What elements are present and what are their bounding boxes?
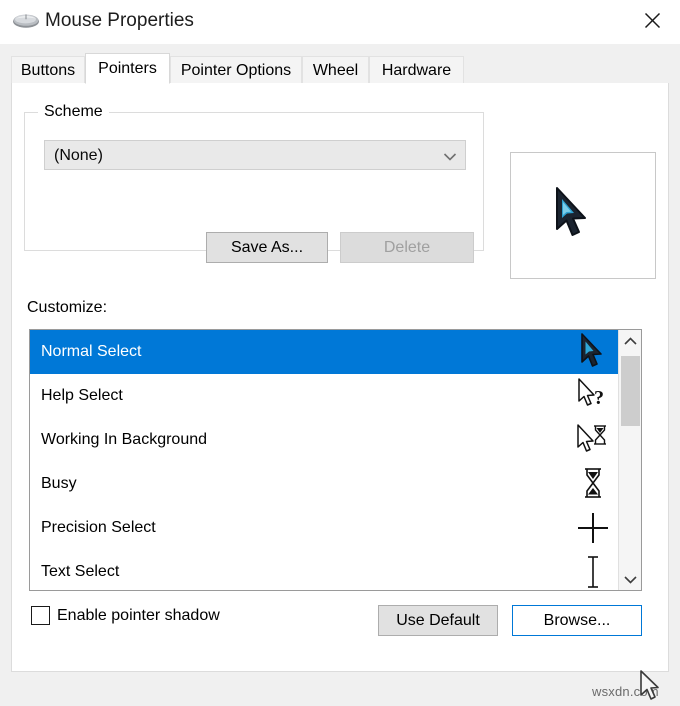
tab-buttons[interactable]: Buttons (11, 56, 85, 84)
browse-button[interactable]: Browse... (512, 605, 642, 636)
arrow-cursor-icon (573, 332, 613, 372)
svg-text:?: ? (594, 387, 604, 409)
title-bar: Mouse Properties (0, 0, 680, 44)
chevron-down-icon (443, 150, 457, 162)
list-item-precision-select[interactable]: Precision Select (30, 506, 619, 550)
customize-list-inner: Normal Select Help Select ? Working In B… (30, 330, 619, 590)
scroll-up-button[interactable] (619, 330, 641, 352)
window-title: Mouse Properties (45, 10, 194, 31)
scheme-combobox[interactable]: (None) (44, 140, 466, 170)
normal-select-cursor-icon (551, 185, 595, 243)
list-item-label: Busy (41, 475, 77, 492)
customize-label: Customize: (27, 299, 108, 316)
list-item-help-select[interactable]: Help Select ? (30, 374, 619, 418)
mouse-properties-dialog: Mouse Properties Buttons Pointers Pointe… (0, 0, 680, 706)
close-button[interactable] (624, 0, 680, 40)
close-icon (644, 12, 660, 28)
enable-pointer-shadow-checkbox[interactable]: Enable pointer shadow (31, 606, 220, 625)
checkbox-box-icon (31, 606, 50, 625)
list-item-label: Working In Background (41, 431, 208, 448)
tab-pointer-options[interactable]: Pointer Options (170, 56, 302, 84)
scheme-group-label: Scheme (38, 102, 109, 122)
tab-label: Pointer Options (180, 61, 292, 79)
tab-pointers[interactable]: Pointers (85, 53, 170, 84)
hourglass-cursor-icon (573, 464, 613, 504)
scrollbar-thumb[interactable] (621, 356, 640, 426)
tab-hardware[interactable]: Hardware (369, 56, 464, 84)
chevron-up-icon (623, 336, 637, 345)
tab-label: Hardware (381, 61, 452, 79)
tab-label: Pointers (98, 59, 157, 77)
tab-label: Wheel (312, 61, 359, 79)
tab-strip: Buttons Pointers Pointer Options Wheel H… (11, 53, 669, 84)
arrow-question-cursor-icon: ? (573, 376, 613, 416)
chevron-down-icon (623, 575, 637, 584)
dialog-body: Buttons Pointers Pointer Options Wheel H… (0, 44, 680, 706)
list-item-label: Help Select (41, 387, 123, 404)
save-as-button[interactable]: Save As... (206, 232, 328, 263)
tab-label: Buttons (20, 61, 76, 79)
browse-label: Browse... (543, 611, 611, 629)
list-item-text-select[interactable]: Text Select (30, 550, 619, 590)
list-item-normal-select[interactable]: Normal Select (30, 330, 619, 374)
scroll-down-button[interactable] (619, 568, 641, 590)
customize-listbox[interactable]: Normal Select Help Select ? Working In B… (29, 329, 642, 591)
list-scrollbar[interactable] (618, 330, 641, 590)
tab-wheel[interactable]: Wheel (302, 56, 369, 84)
list-item-label: Normal Select (41, 343, 142, 360)
enable-pointer-shadow-label: Enable pointer shadow (57, 606, 220, 624)
use-default-button[interactable]: Use Default (378, 605, 498, 636)
arrow-hourglass-cursor-icon (573, 420, 613, 460)
delete-button: Delete (340, 232, 474, 263)
save-as-label: Save As... (230, 238, 304, 256)
list-item-label: Text Select (41, 563, 120, 580)
scheme-combobox-value: (None) (54, 147, 103, 164)
list-item-working-in-background[interactable]: Working In Background (30, 418, 619, 462)
list-item-busy[interactable]: Busy (30, 462, 619, 506)
scheme-group-box (24, 112, 484, 251)
crosshair-cursor-icon (573, 508, 613, 548)
use-default-label: Use Default (396, 611, 480, 629)
delete-label: Delete (383, 238, 431, 256)
mouse-icon (12, 11, 40, 31)
ibeam-cursor-icon (573, 552, 613, 590)
cursor-preview-pane (510, 152, 656, 279)
list-item-label: Precision Select (41, 519, 156, 536)
